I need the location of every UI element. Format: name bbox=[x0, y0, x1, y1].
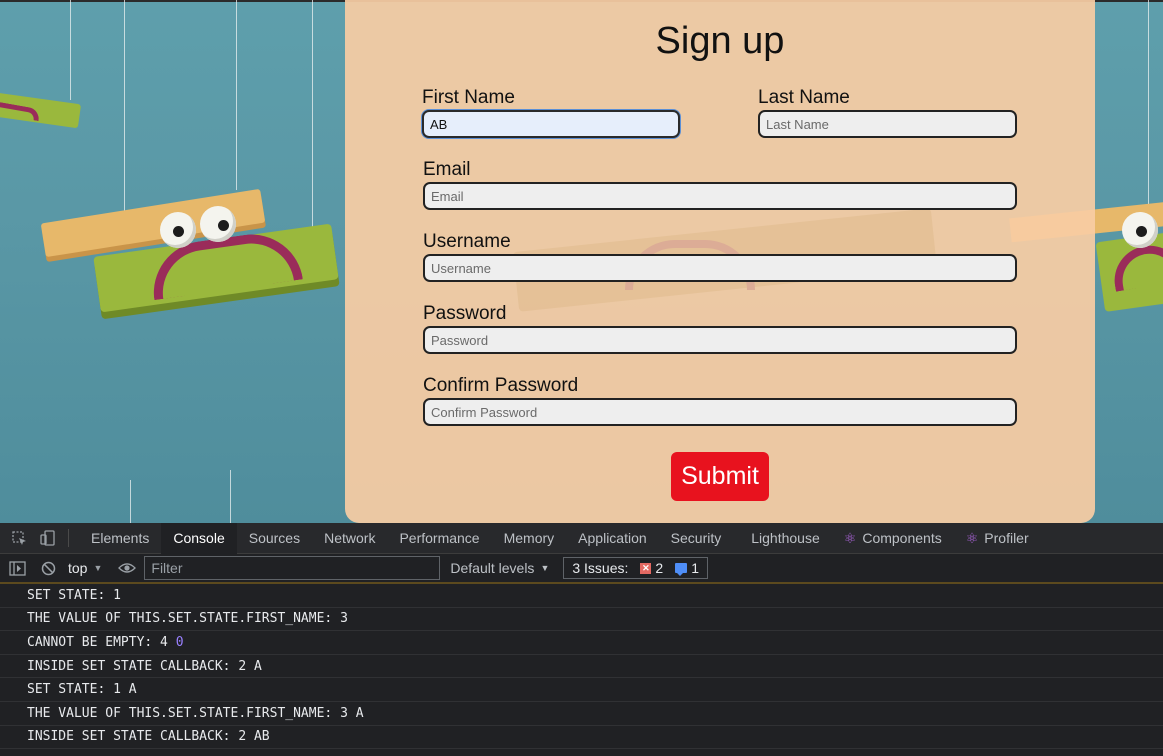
signup-card: Sign up First Name Last Name Email Usern… bbox=[345, 0, 1095, 523]
password-label: Password bbox=[423, 303, 507, 324]
confirm-password-label: Confirm Password bbox=[423, 375, 579, 396]
tab-application[interactable]: Application bbox=[566, 523, 659, 554]
first-name-field[interactable] bbox=[422, 110, 680, 138]
tab-label: Network bbox=[324, 530, 376, 546]
console-message: INSIDE SET STATE CALLBACK: 2 AB bbox=[0, 726, 1163, 750]
tab-performance[interactable]: Performance bbox=[387, 523, 491, 554]
password-field[interactable] bbox=[423, 326, 1017, 354]
tab-network[interactable]: Network bbox=[312, 523, 387, 554]
confirm-password-field[interactable] bbox=[423, 398, 1017, 426]
email-field[interactable] bbox=[423, 182, 1017, 210]
device-toolbar-icon[interactable] bbox=[38, 529, 56, 547]
console-message-text: INSIDE SET STATE CALLBACK: 2 A bbox=[27, 658, 262, 674]
tab-elements[interactable]: Elements bbox=[79, 523, 161, 554]
chevron-down-icon: ▼ bbox=[93, 563, 103, 573]
tab-memory[interactable]: Memory bbox=[492, 523, 567, 554]
log-levels-dropdown[interactable]: Default levels ▼ bbox=[450, 560, 549, 576]
tab-label: Elements bbox=[91, 530, 150, 546]
tab-console[interactable]: Console bbox=[161, 522, 237, 554]
console-filter-input[interactable] bbox=[144, 556, 441, 580]
last-name-field[interactable] bbox=[758, 110, 1017, 138]
react-icon: ⚛ bbox=[965, 529, 979, 546]
error-icon: ✕ bbox=[640, 562, 652, 574]
tab-label: Lighthouse bbox=[751, 530, 820, 546]
tab-label: Profiler bbox=[984, 530, 1029, 546]
clear-console-icon[interactable] bbox=[41, 561, 56, 576]
tab-label: Components bbox=[862, 530, 942, 546]
tab-label: Console bbox=[173, 530, 225, 546]
error-count: 2 bbox=[655, 560, 664, 576]
issues-label: 3 Issues: bbox=[572, 560, 629, 576]
tab-label: Performance bbox=[399, 530, 480, 546]
username-field[interactable] bbox=[423, 254, 1017, 282]
console-message: THE VALUE OF THIS.SET.STATE.FIRST_NAME: … bbox=[0, 608, 1163, 632]
console-message-text: SET STATE: 1 A bbox=[27, 682, 137, 698]
console-message-text: INSIDE SET STATE CALLBACK: 2 AB bbox=[27, 729, 270, 745]
chevron-down-icon: ▼ bbox=[540, 563, 550, 573]
submit-button[interactable]: Submit bbox=[671, 452, 769, 501]
email-label: Email bbox=[423, 159, 471, 180]
console-message: INSIDE SET STATE CALLBACK: 2 A bbox=[0, 655, 1163, 679]
tab-security[interactable]: Security bbox=[659, 523, 734, 554]
first-name-label: First Name bbox=[422, 87, 515, 108]
page-viewport: Sign up First Name Last Name Email Usern… bbox=[0, 0, 1163, 523]
toolbar-divider bbox=[68, 529, 69, 547]
console-message-text: THE VALUE OF THIS.SET.STATE.FIRST_NAME: … bbox=[27, 611, 348, 627]
tab-label: Security bbox=[670, 530, 722, 546]
info-message-icon bbox=[675, 563, 688, 576]
inspect-element-icon[interactable] bbox=[10, 529, 28, 547]
tab-label: Application bbox=[578, 530, 647, 546]
eye-icon[interactable] bbox=[118, 562, 137, 574]
console-message: CANNOT BE EMPTY: 4 0 bbox=[0, 631, 1163, 655]
console-message: SET STATE: 1 A bbox=[0, 678, 1163, 702]
console-message-text: CANNOT BE EMPTY: 4 bbox=[27, 634, 168, 650]
tab-label: Sources bbox=[248, 530, 301, 546]
tab-sources[interactable]: Sources bbox=[237, 523, 312, 554]
devtools-tab-bar: Elements Console Sources Network Performance… bbox=[0, 522, 1163, 554]
devtools-tabs: Elements Console Sources Network Performance… bbox=[79, 522, 1041, 554]
console-message-value: 0 bbox=[175, 634, 184, 650]
tab-lighthouse[interactable]: Lighthouse bbox=[739, 523, 832, 554]
tab-label: Memory bbox=[503, 530, 555, 546]
console-log: SET STATE: 1 THE VALUE OF THIS.SET.STATE.… bbox=[0, 584, 1163, 750]
issues-button[interactable]: 3 Issues: ✕ 2 1 bbox=[563, 557, 708, 579]
console-toolbar: top ▼ Default levels ▼ 3 Issues: ✕ 2 1 bbox=[0, 554, 1163, 584]
sidebar-toggle-icon[interactable] bbox=[9, 560, 26, 576]
console-message: THE VALUE OF THIS.SET.STATE.FIRST_NAME: … bbox=[0, 702, 1163, 726]
context-selector[interactable]: top ▼ bbox=[68, 560, 102, 576]
react-icon: ⚛ bbox=[843, 529, 857, 546]
console-message-text: THE VALUE OF THIS.SET.STATE.FIRST_NAME: … bbox=[27, 705, 364, 721]
console-message-text: SET STATE: 1 bbox=[27, 587, 121, 603]
info-count: 1 bbox=[691, 560, 699, 576]
devtools-panel: Elements Console Sources Network Performance… bbox=[0, 522, 1163, 756]
last-name-label: Last Name bbox=[758, 87, 850, 108]
tab-profiler[interactable]: ⚛ Profiler bbox=[954, 523, 1041, 554]
username-label: Username bbox=[423, 231, 511, 252]
context-selector-label: top bbox=[68, 560, 88, 576]
tab-components[interactable]: ⚛ Components bbox=[832, 523, 954, 554]
log-levels-label: Default levels bbox=[450, 560, 535, 576]
console-message: SET STATE: 1 bbox=[0, 584, 1163, 608]
page-title: Sign up bbox=[655, 20, 785, 62]
